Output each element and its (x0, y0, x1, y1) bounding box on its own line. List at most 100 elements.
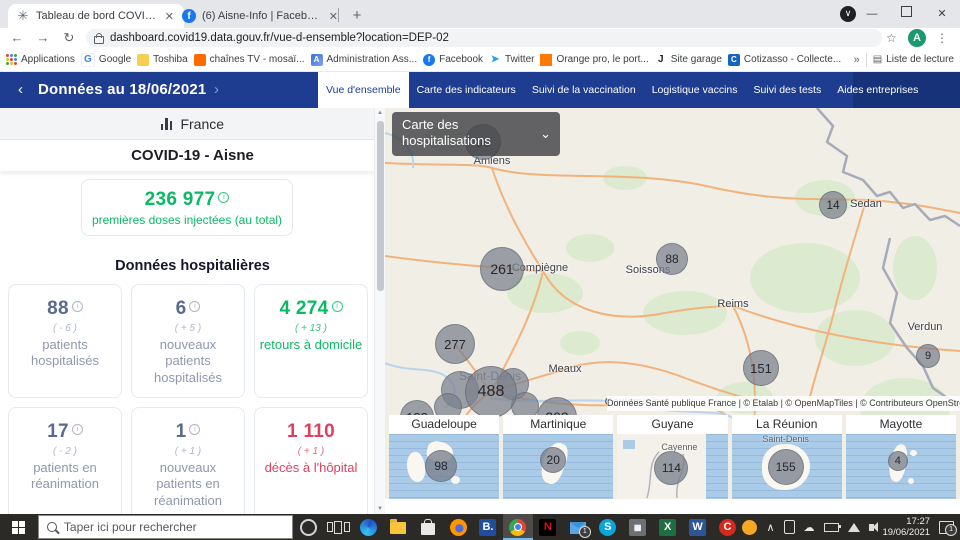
skype-button[interactable]: S (593, 514, 623, 540)
info-icon[interactable] (189, 301, 200, 312)
bookmark-chaines-tv[interactable]: chaînes TV - mosaï... (194, 54, 305, 66)
map-bubble-soissons[interactable]: 88 (656, 243, 688, 275)
profile-avatar[interactable]: A (908, 29, 926, 47)
scroll-up-icon[interactable]: ▲ (375, 110, 385, 116)
previous-day-icon[interactable]: ‹ (18, 72, 23, 108)
browser-menu-icon[interactable]: ⋮ (936, 28, 948, 48)
panel-mayotte[interactable]: Mayotte 4 (846, 415, 956, 499)
bookmarks-overflow-icon[interactable]: » (854, 54, 860, 66)
phone-icon[interactable] (784, 520, 795, 534)
wifi-icon[interactable] (848, 523, 860, 532)
map-bubble-verdun[interactable]: 9 (916, 344, 940, 368)
info-icon[interactable] (218, 192, 229, 203)
bookmark-toshiba[interactable]: Toshiba (137, 54, 187, 66)
firefox-button[interactable] (443, 514, 473, 540)
new-tab-button[interactable]: + (346, 5, 368, 27)
google-icon: G (81, 53, 95, 67)
reading-list-button[interactable]: ▤ Liste de lecture (873, 54, 954, 65)
tab-carte-indicateurs[interactable]: Carte des indicateurs (409, 72, 524, 108)
taskbar-clock[interactable]: 17:27 19/06/2021 (883, 516, 931, 538)
info-icon[interactable] (72, 301, 83, 312)
app-button[interactable]: ▦ (623, 514, 653, 540)
next-day-icon[interactable]: › (214, 72, 219, 108)
bookmark-twitter[interactable]: ➤ Twitter (489, 54, 534, 66)
mail-button[interactable]: 1 (563, 514, 593, 540)
tab-facebook[interactable]: f (6) Aisne-Info | Facebook ✕ (174, 4, 348, 28)
store-button[interactable] (413, 514, 443, 540)
map-bubble-151[interactable]: 151 (743, 350, 779, 386)
padlock-icon[interactable] (94, 36, 104, 44)
address-bar[interactable]: dashboard.covid19.data.gouv.fr/vue-d-ens… (86, 29, 882, 47)
map-layer-dropdown[interactable]: Carte des hospitalisations ⌄ (392, 112, 560, 156)
tray-expand-icon[interactable]: ∧ (766, 521, 774, 534)
refresh-icon[interactable]: ↻ (58, 28, 80, 48)
chrome-update-icon[interactable]: ∨ (840, 6, 856, 22)
scrollbar-thumb[interactable] (377, 121, 384, 291)
bookmark-applications[interactable]: Applications (6, 54, 75, 65)
hospitalisations-map[interactable]: Amiens Compiègne Soissons Reims Sedan Ve… (385, 108, 960, 514)
bookmark-orange-pro[interactable]: Orange pro, le port... (540, 54, 648, 66)
word-button[interactable]: W (683, 514, 713, 540)
overseas-bubble[interactable]: 155 (768, 449, 804, 485)
system-tray: ∧ ☁ 17:27 19/06/2021 1 (742, 516, 960, 538)
tab-vue-densemble[interactable]: Vue d'ensemble (318, 72, 409, 108)
sidebar-scrollbar[interactable]: ▲ ▼ (374, 108, 385, 514)
bookmark-star-icon[interactable]: ☆ (886, 28, 897, 48)
maximize-button[interactable] (890, 0, 922, 28)
chrome-button[interactable] (503, 514, 533, 540)
b-app-button[interactable]: B. (473, 514, 503, 540)
map-bubble-277[interactable]: 277 (435, 324, 475, 364)
stat-label: décès à l'hôpital (255, 460, 367, 476)
map-bubble-sedan[interactable]: 14 (819, 191, 847, 219)
bookmark-google[interactable]: G Google (81, 53, 131, 67)
tray-app-icon[interactable] (742, 520, 757, 535)
scroll-down-icon[interactable]: ▼ (375, 506, 385, 512)
overseas-bubble[interactable]: 20 (540, 447, 566, 473)
minimize-button[interactable]: — (856, 0, 888, 28)
excel-button[interactable]: X (653, 514, 683, 540)
overseas-bubble[interactable]: 114 (654, 451, 688, 485)
tab-aides-entreprises[interactable]: Aides entreprises (829, 72, 926, 108)
panel-la-reunion[interactable]: La Réunion Saint-Denis 155 (732, 415, 842, 499)
notification-center-icon[interactable]: 1 (939, 521, 954, 534)
overseas-bubble[interactable]: 98 (425, 450, 457, 482)
file-explorer-button[interactable] (383, 514, 413, 540)
onedrive-cloud-icon[interactable]: ☁ (804, 521, 815, 534)
bookmark-label: Cotizasso - Collecte... (744, 54, 841, 65)
speaker-icon[interactable] (869, 524, 874, 531)
panel-guyane[interactable]: Guyane Cayenne 114 (617, 415, 727, 499)
region-selector[interactable]: France (0, 108, 385, 140)
back-icon[interactable]: ← (6, 28, 28, 48)
info-icon[interactable] (189, 424, 200, 435)
bookmark-facebook[interactable]: f Facebook (423, 54, 483, 66)
dashboard-nav: Vue d'ensemble Carte des indicateurs Sui… (318, 72, 926, 108)
battery-icon[interactable] (824, 523, 839, 532)
forward-icon[interactable]: → (32, 28, 54, 48)
tab-covid-dashboard[interactable]: ✳ Tableau de bord COVID-19 Suivi ✕ (8, 4, 184, 28)
panel-guadeloupe[interactable]: Guadeloupe 98 (389, 415, 499, 499)
tab-suivi-tests[interactable]: Suivi des tests (746, 72, 830, 108)
vaccine-doses-value: 236 977 (145, 189, 216, 210)
overseas-bubble[interactable]: 4 (888, 451, 908, 471)
bookmark-administration[interactable]: A Administration Ass... (311, 54, 418, 66)
start-button[interactable] (0, 514, 38, 540)
close-window-button[interactable]: ✕ (926, 0, 958, 28)
map-bubble-261[interactable]: 261 (480, 247, 524, 291)
tab-suivi-vaccination[interactable]: Suivi de la vaccination (524, 72, 644, 108)
search-placeholder: Taper ici pour rechercher (64, 520, 197, 534)
map-attribution[interactable]: Données Santé publique France | © Etalab… (607, 396, 960, 411)
info-icon[interactable] (72, 424, 83, 435)
edge-button[interactable] (353, 514, 383, 540)
bookmark-cotizasso[interactable]: C Cotizasso - Collecte... (728, 54, 841, 66)
taskbar-search-input[interactable]: Taper ici pour rechercher (38, 515, 293, 539)
tab-logistique-vaccins[interactable]: Logistique vaccins (644, 72, 746, 108)
card-retours-domicile: 4 274 ( + 13 ) retours à domicile (254, 284, 368, 398)
panel-martinique[interactable]: Martinique 20 (503, 415, 613, 499)
bookmark-site-garage[interactable]: J Site garage (655, 54, 722, 66)
netflix-button[interactable]: N (533, 514, 563, 540)
ccleaner-button[interactable]: C (713, 514, 743, 540)
map-bubble-saint-denis[interactable]: 488 (465, 366, 517, 418)
info-icon[interactable] (332, 301, 343, 312)
cortana-button[interactable] (293, 514, 323, 540)
task-view-button[interactable] (323, 514, 353, 540)
